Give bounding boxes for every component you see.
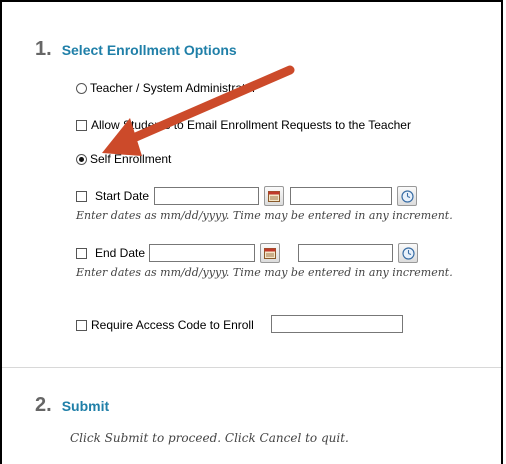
annotation-arrow bbox=[102, 65, 295, 156]
arrow-icon bbox=[102, 65, 295, 156]
